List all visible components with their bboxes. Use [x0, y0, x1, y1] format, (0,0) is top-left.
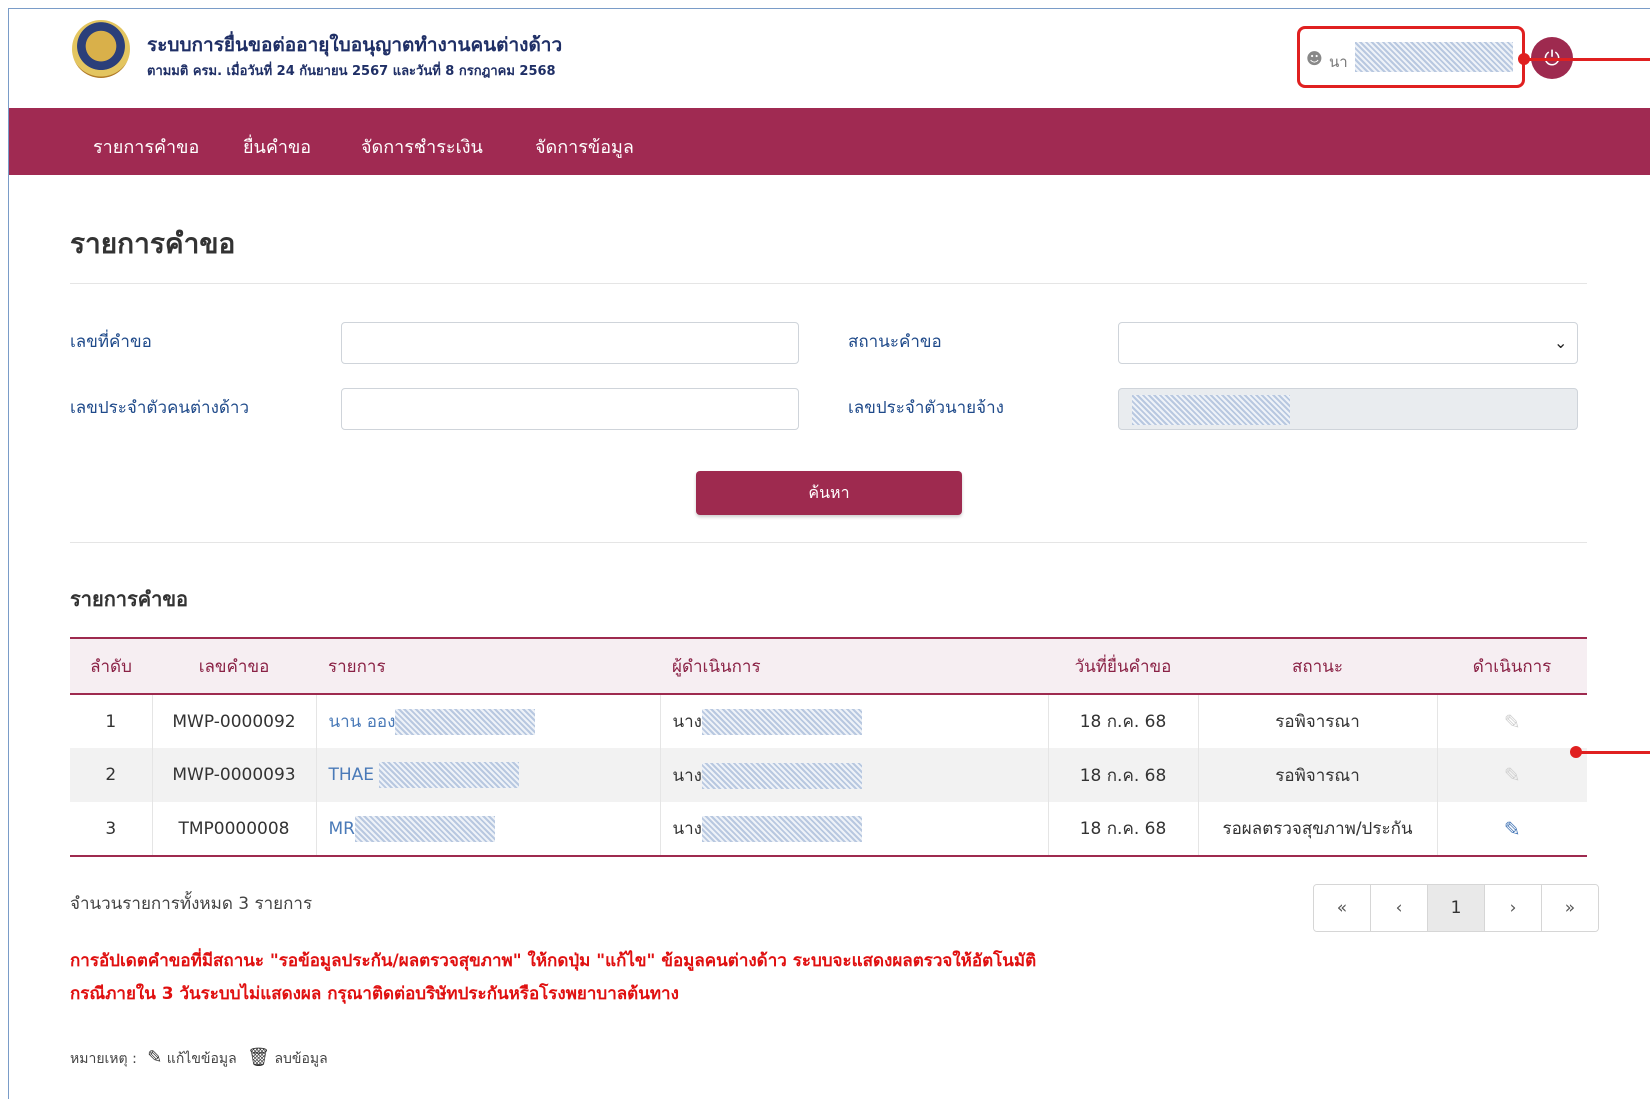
row-item[interactable]: MR — [315, 802, 661, 857]
redacted — [395, 709, 536, 735]
row-operator: นาง — [659, 802, 1049, 857]
redacted — [354, 815, 495, 842]
request-no-input[interactable] — [341, 322, 799, 364]
trash-icon: 🗑 — [247, 1047, 271, 1068]
pencil-icon: ✎ — [147, 1047, 163, 1068]
row-item-link[interactable]: นาน ออง — [329, 712, 396, 732]
table-row: 3 TMP0000008 MR นาง 18 ก.ค. 68 รอผลตรวจส… — [70, 802, 1587, 857]
redacted — [701, 762, 862, 789]
redacted — [701, 709, 862, 735]
row-date: 18 ก.ค. 68 — [1047, 694, 1199, 748]
col-header-operator: ผู้ดำเนินการ — [660, 637, 1048, 695]
page-title: รายการคำขอ — [70, 227, 236, 260]
pagination: « ‹ 1 › » — [1313, 884, 1599, 932]
row-item-link[interactable]: THAE — [329, 765, 375, 785]
annotation-line — [1580, 751, 1650, 754]
redacted — [701, 816, 862, 842]
total-count: จำนวนรายการทั้งหมด 3 รายการ — [70, 894, 313, 914]
row-item-link[interactable]: MR — [329, 819, 355, 839]
page-prev-button[interactable]: ‹ — [1370, 885, 1427, 931]
legend: หมายเหตุ : ✎ แก้ไขข้อมูล 🗑 ลบข้อมูล — [70, 1047, 328, 1070]
department-logo — [72, 20, 130, 78]
app-subtitle: ตามมติ ครม. เมื่อวันที่ 24 กันยายน 2567 … — [147, 64, 556, 79]
nav-payment[interactable]: จัดการชำระเงิน — [361, 132, 483, 161]
row-action: ✎ — [1436, 694, 1587, 748]
pencil-icon: ✎ — [1503, 763, 1521, 787]
user-name-redacted — [1355, 42, 1513, 72]
table-row: 2 MWP-0000093 THAE นาง 18 ก.ค. 68 รอพิจา… — [70, 748, 1587, 802]
nav-data-management[interactable]: จัดการข้อมูล — [535, 132, 634, 161]
divider — [70, 283, 1587, 284]
status-label: สถานะคำขอ — [848, 332, 942, 352]
legend-edit: แก้ไขข้อมูล — [166, 1051, 237, 1067]
chevron-down-icon: ⌄ — [1554, 333, 1568, 352]
redacted — [379, 762, 520, 788]
col-header-date: วันที่ยื่นคำขอ — [1048, 637, 1198, 695]
employer-id-label: เลขประจำตัวนายจ้าง — [848, 398, 1004, 418]
nav-request-list[interactable]: รายการคำขอ — [93, 132, 199, 161]
row-operator: นาง — [659, 694, 1049, 748]
row-no: 1 — [70, 694, 153, 748]
page-next-button[interactable]: › — [1484, 885, 1541, 931]
pencil-icon: ✎ — [1503, 709, 1521, 734]
user-name[interactable]: นา — [1329, 50, 1348, 74]
row-date: 18 ก.ค. 68 — [1047, 802, 1199, 857]
notice-line-1: การอัปเดตคำขอที่มีสถานะ "รอข้อมูลประกัน/… — [70, 951, 1037, 971]
edit-button[interactable]: ✎ — [1504, 817, 1521, 841]
col-header-item: รายการ — [316, 637, 660, 695]
row-request-no: MWP-0000093 — [151, 748, 317, 802]
col-header-no: ลำดับ — [70, 637, 152, 695]
row-item[interactable]: นาน ออง — [315, 694, 661, 748]
notice-line-2: กรณีภายใน 3 วันระบบไม่แสดงผล กรุณาติดต่อ… — [70, 984, 679, 1004]
row-request-no: MWP-0000092 — [151, 694, 317, 748]
page-current-button[interactable]: 1 — [1427, 885, 1484, 931]
page-last-button[interactable]: » — [1541, 885, 1598, 931]
table-row: 1 MWP-0000092 นาน ออง นาง 18 ก.ค. 68 รอพ… — [70, 694, 1587, 748]
pencil-icon: ✎ — [1503, 816, 1521, 841]
app-title: ระบบการยื่นขอต่ออายุใบอนุญาตทำงานคนต่างด… — [147, 34, 563, 56]
legend-prefix: หมายเหตุ : — [70, 1051, 137, 1067]
row-no: 3 — [70, 802, 153, 857]
request-no-label: เลขที่คำขอ — [70, 332, 152, 352]
row-date: 18 ก.ค. 68 — [1047, 748, 1199, 802]
foreigner-id-label: เลขประจำตัวคนต่างด้าว — [70, 398, 250, 418]
employer-id-redacted — [1132, 395, 1290, 425]
row-action: ✎ — [1436, 802, 1587, 857]
nav-submit-request[interactable]: ยื่นคำขอ — [243, 132, 311, 161]
row-status: รอพิจารณา — [1197, 748, 1438, 802]
row-action: ✎ — [1436, 748, 1587, 802]
request-table: ลำดับ เลขคำขอ รายการ ผู้ดำเนินการ วันที่… — [70, 637, 1587, 857]
user-icon: ☻ — [1306, 49, 1323, 68]
row-operator: นาง — [659, 748, 1049, 802]
list-title: รายการคำขอ — [70, 587, 189, 611]
main-navbar: รายการคำขอ ยื่นคำขอ จัดการชำระเงิน จัดกา… — [9, 108, 1650, 175]
divider — [70, 542, 1587, 543]
col-header-status: สถานะ — [1198, 637, 1437, 695]
row-no: 2 — [70, 748, 153, 802]
foreigner-id-input[interactable] — [341, 388, 799, 430]
legend-delete: ลบข้อมูล — [274, 1051, 328, 1067]
status-select[interactable] — [1118, 322, 1578, 364]
table-header-row: ลำดับ เลขคำขอ รายการ ผู้ดำเนินการ วันที่… — [70, 637, 1587, 695]
col-header-action: ดำเนินการ — [1437, 637, 1587, 695]
row-status: รอพิจารณา — [1197, 694, 1438, 748]
annotation-line — [1528, 58, 1650, 61]
row-status: รอผลตรวจสุขภาพ/ประกัน — [1197, 802, 1438, 857]
col-header-request-no: เลขคำขอ — [152, 637, 316, 695]
search-button[interactable]: ค้นหา — [696, 471, 962, 515]
row-item[interactable]: THAE — [315, 748, 661, 802]
row-request-no: TMP0000008 — [151, 802, 317, 857]
page-first-button[interactable]: « — [1314, 885, 1370, 931]
